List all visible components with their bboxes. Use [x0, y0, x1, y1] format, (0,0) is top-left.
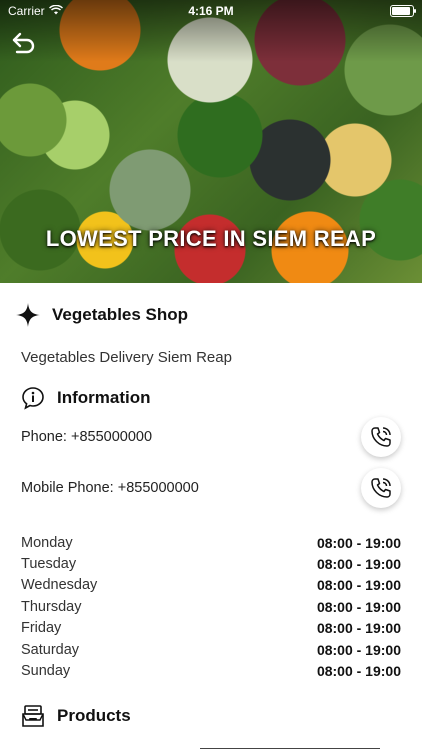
day-label: Thursday [21, 598, 82, 615]
hero-banner: Carrier 4:16 PM LOWEST PRICE IN SIEM REA… [0, 0, 422, 283]
time-label: 08:00 - 19:00 [316, 577, 401, 594]
divider [200, 748, 380, 749]
hours-row: Tuesday 08:00 - 19:00 [21, 553, 401, 574]
information-title: Information [57, 388, 151, 407]
day-label: Monday [21, 534, 73, 551]
status-bar: Carrier 4:16 PM [0, 0, 422, 22]
day-label: Wednesday [21, 577, 98, 594]
time-label: 08:00 - 19:00 [316, 663, 401, 680]
day-label: Saturday [21, 641, 80, 658]
call-phone-button[interactable] [361, 417, 401, 457]
phone-label: Phone: +855000000 [21, 429, 153, 445]
hours-row: Monday 08:00 - 19:00 [21, 532, 401, 553]
phone-row: Phone: +855000000 [21, 417, 401, 457]
hours-row: Sunday 08:00 - 19:00 [21, 660, 401, 681]
opening-hours: Monday 08:00 - 19:00 Tuesday 08:00 - 19:00… [21, 532, 401, 682]
wifi-icon [48, 4, 63, 18]
mobile-row: Mobile Phone: +855000000 [21, 468, 401, 508]
phone-icon [371, 478, 391, 498]
time-label: 08:00 - 19:00 [316, 641, 401, 658]
phone-icon [371, 427, 391, 447]
info-icon [22, 387, 44, 410]
products-title: Products [57, 706, 131, 725]
day-label: Tuesday [21, 556, 77, 573]
battery-icon [390, 5, 416, 17]
products-box-icon [22, 705, 44, 727]
call-mobile-button[interactable] [361, 468, 401, 508]
day-label: Friday [21, 620, 62, 637]
hours-row: Thursday 08:00 - 19:00 [21, 596, 401, 617]
status-time: 4:16 PM [188, 4, 234, 18]
mobile-label: Mobile Phone: +855000000 [21, 480, 199, 496]
back-arrow-icon [12, 32, 35, 54]
hours-row: Wednesday 08:00 - 19:00 [21, 575, 401, 596]
hours-row: Friday 08:00 - 19:00 [21, 618, 401, 639]
shop-name: Vegetables Shop [52, 305, 189, 324]
shop-description: Vegetables Delivery Siem Reap [21, 349, 232, 366]
carrier-label: Carrier [8, 4, 45, 18]
sparkle-icon [16, 303, 40, 327]
banner-text: LOWEST PRICE IN SIEM REAP [45, 226, 377, 251]
status-left: Carrier [8, 4, 63, 18]
hours-row: Saturday 08:00 - 19:00 [21, 639, 401, 660]
time-label: 08:00 - 19:00 [316, 534, 401, 551]
products-header[interactable]: Products [21, 704, 131, 728]
time-label: 08:00 - 19:00 [316, 598, 401, 615]
time-label: 08:00 - 19:00 [316, 556, 401, 573]
back-button[interactable] [8, 26, 40, 58]
information-header: Information [21, 386, 151, 410]
time-label: 08:00 - 19:00 [316, 620, 401, 637]
day-label: Sunday [21, 663, 71, 680]
shop-header: Vegetables Shop [16, 303, 188, 327]
